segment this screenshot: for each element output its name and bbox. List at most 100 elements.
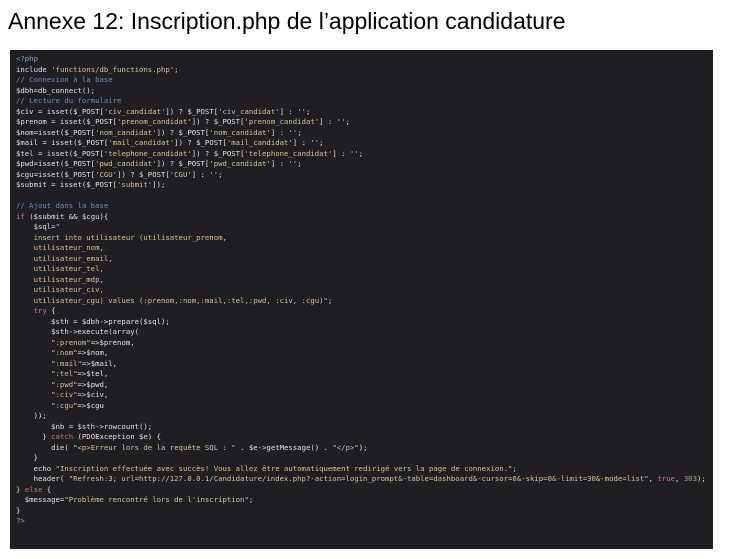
code-token-txt: =>$prenom, bbox=[90, 337, 135, 347]
code-line: )); bbox=[16, 411, 713, 422]
code-token-cm: // Ajout dans la base bbox=[16, 201, 109, 210]
code-token-txt: $sth = $dbh->prepare($sql); bbox=[16, 316, 170, 326]
code-line: } catch (PDOException $e) { bbox=[16, 432, 713, 443]
code-token-txt: ]) ? $_POST[ bbox=[156, 159, 210, 168]
code-line: $mail = isset($_POST['mail_candidat']) ?… bbox=[16, 138, 713, 149]
code-token-txt: ]) ? $_POST[ bbox=[174, 138, 227, 147]
code-token-txt: . $e->getMessage() . bbox=[235, 442, 333, 452]
code-token-txt: ); bbox=[358, 442, 368, 452]
code-token-cm: // Connexion à la base bbox=[16, 75, 113, 84]
code-line: ":cgu"=>$cgu bbox=[16, 401, 713, 412]
code-token-str: "Refresh:3; url=http://127.0.0.1/Candida… bbox=[68, 474, 649, 483]
code-token-str: ":mail" bbox=[16, 358, 82, 368]
code-token-txt: $message= bbox=[16, 495, 65, 504]
code-line: ":pwd"=>$pwd, bbox=[16, 380, 713, 391]
code-line: utilisateur_mdp, bbox=[16, 275, 713, 286]
code-token-kw: else bbox=[24, 484, 43, 494]
code-token-str: 'nom_candidat' bbox=[209, 127, 271, 137]
code-line: $sth = $dbh->prepare($sql); bbox=[16, 317, 713, 328]
code-token-str: '' bbox=[297, 106, 306, 116]
code-token-txt: ; bbox=[358, 148, 364, 158]
code-token-str: utilisateur_cgu) values (:prenom,:nom,:m… bbox=[16, 295, 328, 305]
code-token-txt: $tel = isset($_POST[ bbox=[16, 148, 104, 158]
code-token-str: "Problème rencontré lors de l'inscriptio… bbox=[64, 495, 249, 504]
code-token-txt: ] : bbox=[191, 169, 210, 179]
code-token-str: 'civ_candidat' bbox=[103, 106, 166, 116]
code-token-txt: ; bbox=[327, 295, 333, 305]
code-line: utilisateur_nom, bbox=[16, 243, 713, 254]
code-token-str: 'CGU' bbox=[169, 169, 192, 179]
code-line: $submit = isset($_POST['submit']); bbox=[16, 180, 713, 191]
code-line: ":nom"=>$nom, bbox=[16, 348, 713, 359]
code-token-txt: ] : bbox=[292, 138, 311, 147]
code-token-txt: ]) ? $_POST[ bbox=[156, 127, 210, 137]
code-token-kw: if bbox=[16, 211, 25, 221]
code-token-txt: =>$cgu bbox=[77, 400, 104, 410]
code-line: $sql=" bbox=[16, 222, 713, 233]
code-token-txt: $sth->execute(array( bbox=[16, 327, 140, 336]
code-line: utilisateur_tel, bbox=[16, 264, 713, 275]
code-token-txt: header( bbox=[16, 474, 69, 483]
code-token-txt: } bbox=[16, 505, 21, 515]
code-token-str: '' bbox=[288, 127, 298, 137]
code-token-str: utilisateur_nom, bbox=[16, 243, 104, 252]
code-line: $civ = isset($_POST['civ_candidat']) ? $… bbox=[16, 107, 713, 118]
code-token-num: 303 bbox=[683, 474, 697, 483]
code-token-txt: =>$nom, bbox=[77, 348, 109, 357]
code-token-txt: ] : bbox=[332, 148, 350, 158]
code-token-str: ":nom" bbox=[16, 348, 78, 357]
code-token-txt: ; bbox=[306, 106, 311, 116]
code-token-txt: die( bbox=[16, 442, 74, 452]
code-token-txt: ); bbox=[696, 474, 706, 483]
code-token-str: '' bbox=[209, 169, 219, 179]
code-token-str: utilisateur_tel, bbox=[16, 264, 104, 273]
code-line: header( "Refresh:3; url=http://127.0.0.1… bbox=[16, 474, 713, 485]
code-token-txt: ]); bbox=[152, 180, 166, 189]
code-token-txt: ; bbox=[319, 138, 324, 147]
code-token-txt: echo bbox=[16, 463, 56, 473]
code-token-txt: $sql= bbox=[16, 222, 56, 231]
code-token-str: ":pwd" bbox=[16, 379, 78, 389]
code-token-txt: ] : bbox=[270, 159, 289, 168]
code-token-txt: ; bbox=[512, 463, 517, 473]
code-token-txt: } bbox=[16, 432, 52, 441]
code-token-tag: ?> bbox=[16, 516, 25, 525]
code-line: die( "<p>Erreur lors de la requête SQL :… bbox=[16, 443, 713, 454]
code-line: include 'functions/db_functions.php'; bbox=[16, 65, 713, 76]
code-token-str: 'mail_candidat' bbox=[108, 138, 175, 147]
code-token-txt: } bbox=[16, 453, 38, 462]
code-token-txt: ; bbox=[297, 159, 302, 168]
code-token-kw: catch bbox=[51, 432, 74, 441]
code-token-txt: , bbox=[674, 474, 684, 483]
code-token-txt: $nb = $sth->rowcount(); bbox=[16, 421, 153, 431]
code-line: ":tel"=>$tel, bbox=[16, 369, 713, 380]
code-token-txt: =>$mail, bbox=[81, 358, 118, 368]
code-token-str: 'prenom_candidat' bbox=[117, 117, 192, 126]
code-token-str: 'CGU' bbox=[95, 169, 118, 179]
code-token-txt: ]) ? $_POST[ bbox=[191, 148, 245, 158]
code-token-str: 'prenom_candidat' bbox=[244, 117, 320, 126]
code-token-txt: )); bbox=[16, 411, 47, 420]
code-line: $dbh=db_connect(); bbox=[16, 86, 713, 97]
code-token-str: "<p>Erreur lors de la requête SQL : " bbox=[73, 442, 236, 452]
code-line: $prenom = isset($_POST['prenom_candidat'… bbox=[16, 117, 713, 128]
code-line: ":civ"=>$civ, bbox=[16, 390, 713, 401]
code-token-str: insert into utilisateur (utilisateur_pre… bbox=[16, 232, 227, 242]
code-token-str: ":cgu" bbox=[16, 400, 78, 410]
code-token-str: 'civ_candidat' bbox=[218, 106, 280, 116]
code-token-txt: { bbox=[42, 484, 52, 494]
code-line: utilisateur_civ, bbox=[16, 285, 713, 296]
code-token-txt: =>$civ, bbox=[77, 390, 109, 399]
code-token-txt: ]) ? $_POST[ bbox=[191, 117, 245, 126]
code-token-kw: true bbox=[657, 474, 675, 483]
code-token-str: ":tel" bbox=[16, 369, 78, 378]
code-token-txt: =>$pwd, bbox=[77, 379, 109, 389]
code-token-txt: $dbh=db_connect(); bbox=[16, 85, 96, 95]
code-token-txt: ; bbox=[345, 117, 350, 126]
code-line: } bbox=[16, 453, 713, 464]
code-line: // Lecture du formulaire bbox=[16, 96, 713, 107]
code-token-txt: ] : bbox=[270, 127, 289, 137]
code-token-txt: include bbox=[16, 64, 52, 74]
code-token-txt: $civ = isset($_POST[ bbox=[16, 106, 104, 116]
code-token-txt: =>$tel, bbox=[77, 369, 109, 378]
